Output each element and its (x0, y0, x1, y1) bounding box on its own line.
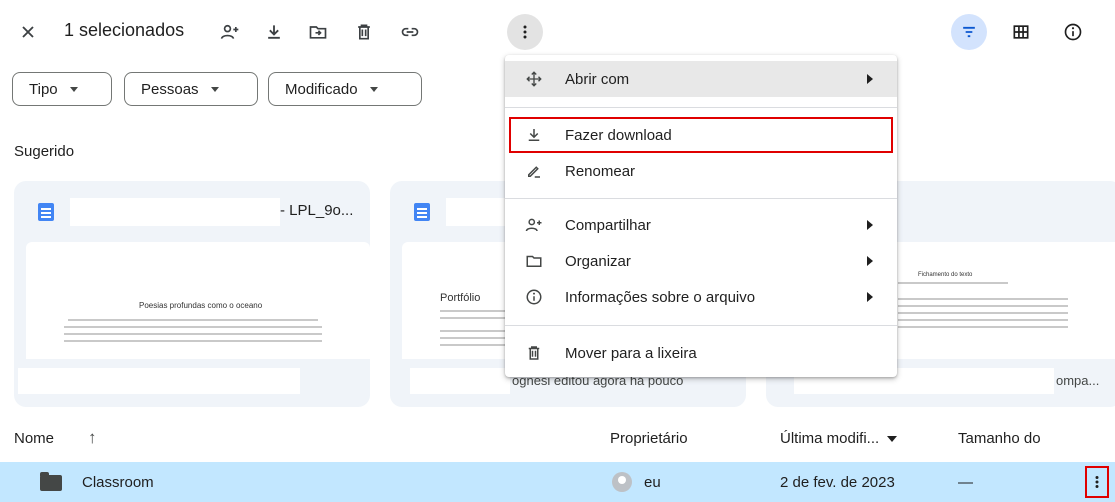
redacted-area (410, 368, 510, 394)
row-owner: eu (644, 474, 661, 491)
table-row[interactable]: Classroom eu 2 de fev. de 2023 — (0, 462, 1115, 502)
redacted-area (18, 368, 300, 394)
more-vertical-icon (523, 25, 527, 39)
copy-link-button[interactable] (392, 14, 428, 50)
caret-down-icon (887, 436, 898, 443)
card-activity: ompa... (1056, 373, 1100, 388)
filter-chip-type[interactable]: Tipo (12, 72, 112, 106)
menu-item-file-info[interactable]: Informações sobre o arquivo (505, 279, 897, 315)
preview-heading: Fichamento do texto (918, 272, 973, 278)
filter-chip-label: Pessoas (141, 80, 199, 98)
suggested-title: Sugerido (14, 143, 75, 160)
column-header-modified-label: Última modifi... (780, 430, 880, 447)
add-person-icon (525, 216, 543, 234)
caret-down-icon (369, 86, 378, 92)
info-icon (525, 288, 543, 306)
column-header-name[interactable]: Nome (14, 430, 54, 447)
sort-ascending-icon[interactable]: ↑ (88, 428, 97, 448)
row-size: — (958, 474, 973, 491)
add-person-icon (220, 24, 239, 39)
menu-item-label: Mover para a lixeira (565, 344, 697, 362)
link-icon (401, 27, 419, 37)
download-button[interactable] (256, 14, 292, 50)
suggested-card[interactable]: - LPL_9o... Poesias profundas como o oce… (14, 181, 370, 407)
details-button[interactable] (1055, 14, 1091, 50)
trash-icon (525, 344, 543, 362)
filter-chip-label: Tipo (29, 80, 58, 98)
menu-divider (505, 325, 897, 326)
row-name: Classroom (82, 474, 154, 491)
menu-item-label: Renomear (565, 162, 636, 180)
submenu-arrow-icon (867, 256, 873, 266)
download-icon (268, 25, 280, 39)
filter-icon (963, 26, 975, 38)
menu-divider (505, 198, 897, 199)
move-to-folder-icon (309, 26, 327, 39)
submenu-arrow-icon (867, 220, 873, 230)
trash-icon (358, 24, 370, 40)
filter-button[interactable] (951, 14, 987, 50)
document-preview: Poesias profundas como o oceano (26, 242, 370, 359)
submenu-arrow-icon (867, 74, 873, 84)
more-actions-button[interactable] (507, 14, 543, 50)
menu-divider (505, 107, 897, 108)
menu-item-rename[interactable]: Renomear (505, 153, 897, 189)
menu-item-move-to-trash[interactable]: Mover para a lixeira (505, 335, 897, 371)
menu-item-label: Compartilhar (565, 216, 651, 234)
filter-chip-people[interactable]: Pessoas (124, 72, 258, 106)
redacted-area (70, 198, 280, 226)
caret-down-icon (210, 86, 219, 92)
grid-view-button[interactable] (1003, 14, 1039, 50)
menu-item-label: Organizar (565, 252, 631, 270)
info-icon (1064, 23, 1082, 41)
grid-icon (1013, 25, 1029, 39)
more-vertical-icon (1095, 476, 1099, 488)
menu-item-label: Informações sobre o arquivo (565, 288, 756, 306)
close-selection-button[interactable] (10, 14, 46, 50)
column-header-owner: Proprietário (610, 430, 688, 447)
submenu-arrow-icon (867, 292, 873, 302)
filter-chip-label: Modificado (285, 80, 358, 98)
menu-item-label: Abrir com (565, 70, 630, 88)
selection-toolbar: 1 selecionados (0, 0, 1115, 62)
menu-item-open-with[interactable]: Abrir com (505, 61, 897, 97)
highlight-annotation (509, 117, 893, 153)
menu-item-share[interactable]: Compartilhar (505, 207, 897, 243)
folder-icon (525, 252, 543, 270)
preview-heading: Portfólio (440, 292, 481, 304)
row-modified: 2 de fev. de 2023 (780, 474, 895, 491)
column-header-modified[interactable]: Última modifi... (780, 430, 898, 447)
share-button[interactable] (212, 14, 248, 50)
close-icon (22, 26, 34, 38)
move-button[interactable] (300, 14, 336, 50)
pencil-icon (525, 162, 543, 180)
context-menu: Abrir com Fazer download Renomear Compar… (505, 55, 897, 377)
preview-heading: Poesias profundas como o oceano (139, 301, 263, 310)
avatar (612, 472, 632, 492)
folder-icon (40, 472, 62, 491)
google-docs-icon (38, 203, 54, 221)
column-header-size: Tamanho do (958, 430, 1041, 447)
filter-chip-modified[interactable]: Modificado (268, 72, 422, 106)
selection-count: 1 selecionados (64, 20, 185, 40)
row-more-actions-button[interactable] (1085, 466, 1109, 498)
move-arrows-icon (525, 70, 543, 88)
google-docs-icon (414, 203, 430, 221)
caret-down-icon (69, 86, 78, 92)
card-title: - LPL_9o... (280, 202, 354, 219)
trash-button[interactable] (346, 14, 382, 50)
menu-item-organize[interactable]: Organizar (505, 243, 897, 279)
